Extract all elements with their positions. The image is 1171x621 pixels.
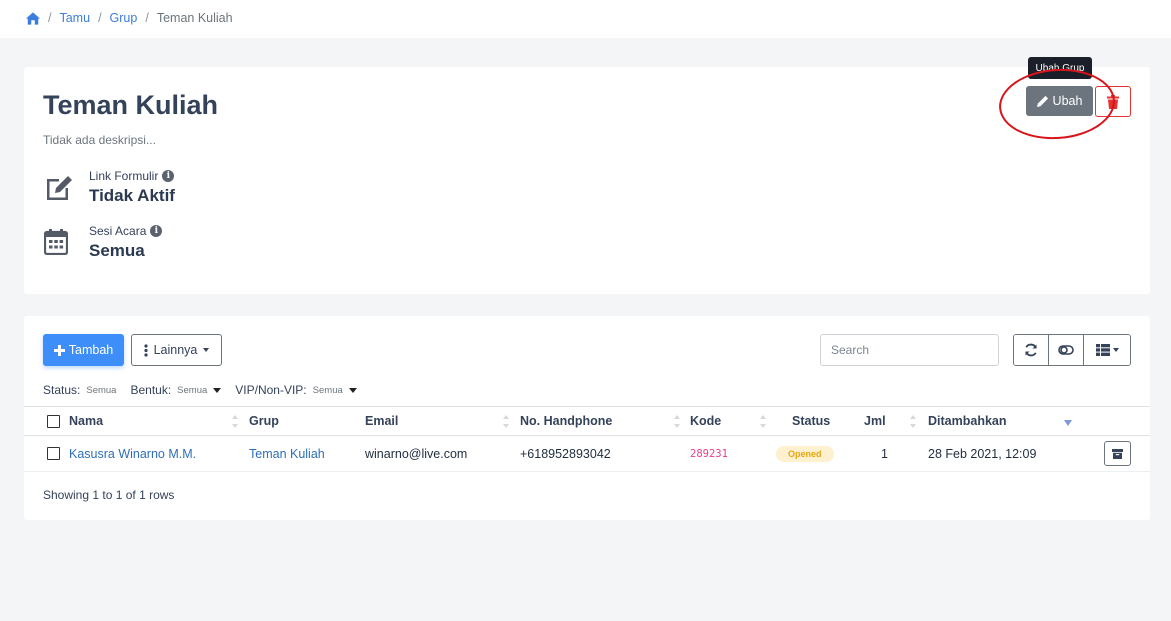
annotation-circle	[996, 65, 1118, 143]
guest-date-added: 28 Feb 2021, 12:09	[928, 446, 1037, 461]
guest-group-link[interactable]: Teman Kuliah	[249, 436, 325, 471]
session-value: Semua	[89, 241, 145, 260]
filter-bar: Status: Semua Bentuk: Semua VIP/Non-VIP:…	[43, 383, 371, 397]
select-all-checkbox[interactable]	[47, 414, 60, 428]
table-pagination-info: Showing 1 to 1 of 1 rows	[43, 488, 175, 502]
info-icon[interactable]: i	[162, 170, 175, 182]
info-icon[interactable]: i	[150, 225, 163, 237]
column-header-email[interactable]: Email	[365, 407, 398, 435]
sort-icon[interactable]	[503, 415, 510, 428]
breadcrumb-separator: /	[145, 11, 149, 25]
filter-bentuk[interactable]: Bentuk: Semua	[130, 383, 222, 397]
group-title: Teman Kuliah	[43, 90, 219, 120]
sort-icon[interactable]	[232, 415, 239, 428]
home-icon[interactable]	[26, 11, 40, 25]
column-header-nama[interactable]: Nama	[69, 407, 103, 435]
calendar-icon	[44, 229, 68, 255]
column-header-ditambahkan[interactable]: Ditambahkan	[928, 407, 1007, 435]
filter-status[interactable]: Status: Semua	[43, 383, 116, 397]
table-header: Nama Grup Email No. Handphone Kode Statu…	[24, 406, 1150, 436]
guest-table: Nama Grup Email No. Handphone Kode Statu…	[24, 406, 1150, 472]
toggle-icon	[1058, 345, 1074, 355]
chevron-down-icon	[213, 387, 222, 393]
breadcrumb-grup[interactable]: Grup	[110, 11, 138, 25]
select-all-cell	[47, 407, 60, 435]
guest-name-link[interactable]: Kasusra Winarno M.M.	[69, 436, 196, 471]
column-header-phone[interactable]: No. Handphone	[520, 407, 612, 435]
vertical-dots-icon	[143, 343, 148, 357]
sort-icon[interactable]	[674, 415, 681, 428]
breadcrumb: / Tamu / Grup / Teman Kuliah	[26, 9, 233, 27]
sort-icon[interactable]	[910, 415, 917, 428]
add-button[interactable]: Tambah	[43, 334, 124, 366]
guest-email: winarno@live.com	[365, 446, 468, 461]
column-header-jml[interactable]: Jml	[864, 407, 886, 435]
columns-dropdown-button[interactable]	[1084, 335, 1130, 365]
session-label: Sesi Acara i	[89, 224, 163, 238]
column-header-kode[interactable]: Kode	[690, 407, 721, 435]
top-bar: / Tamu / Grup / Teman Kuliah	[0, 0, 1171, 38]
breadcrumb-separator: /	[98, 11, 102, 25]
breadcrumb-separator: /	[48, 11, 52, 25]
form-link-info: Link Formulir i Tidak Aktif	[43, 167, 175, 207]
plus-icon	[53, 344, 65, 356]
guest-table-card: Tambah Lainnya Search Status: Semua Bent…	[24, 316, 1150, 520]
breadcrumb-current: Teman Kuliah	[156, 11, 233, 25]
archive-button[interactable]	[1104, 441, 1131, 466]
breadcrumb-tamu[interactable]: Tamu	[59, 11, 90, 25]
chevron-down-icon	[1112, 348, 1119, 352]
group-description: Tidak ada deskripsi...	[43, 133, 156, 147]
edit-form-icon	[47, 176, 72, 200]
guest-phone: +618952893042	[520, 446, 611, 461]
table-row: Kasusra Winarno M.M. Teman Kuliah winarn…	[24, 436, 1150, 472]
column-header-status[interactable]: Status	[792, 407, 830, 435]
refresh-button[interactable]	[1014, 335, 1049, 365]
toggle-view-button[interactable]	[1049, 335, 1084, 365]
chevron-down-icon	[348, 387, 357, 393]
row-checkbox[interactable]	[47, 447, 60, 460]
archive-icon	[1112, 448, 1123, 459]
guest-code: 289231	[690, 447, 728, 460]
form-link-value: Tidak Aktif	[89, 186, 175, 205]
filter-vip[interactable]: VIP/Non-VIP: Semua	[235, 383, 357, 397]
refresh-icon	[1025, 343, 1037, 357]
more-dropdown-button[interactable]: Lainnya	[131, 334, 222, 366]
column-header-grup[interactable]: Grup	[249, 407, 279, 435]
form-link-label: Link Formulir i	[89, 169, 175, 183]
sort-desc-icon[interactable]	[1064, 420, 1072, 426]
columns-icon	[1095, 344, 1110, 356]
session-info: Sesi Acara i Semua	[43, 222, 163, 262]
chevron-down-icon	[203, 348, 210, 352]
table-tools	[1013, 334, 1131, 366]
status-cell: Opened	[776, 436, 834, 471]
guest-count: 1	[881, 446, 888, 461]
search-input[interactable]	[820, 334, 999, 366]
group-detail-card: Teman Kuliah Tidak ada deskripsi... Link…	[24, 57, 1150, 294]
sort-icon[interactable]	[760, 415, 767, 428]
row-select-cell	[47, 436, 60, 471]
status-badge: Opened	[776, 445, 834, 462]
